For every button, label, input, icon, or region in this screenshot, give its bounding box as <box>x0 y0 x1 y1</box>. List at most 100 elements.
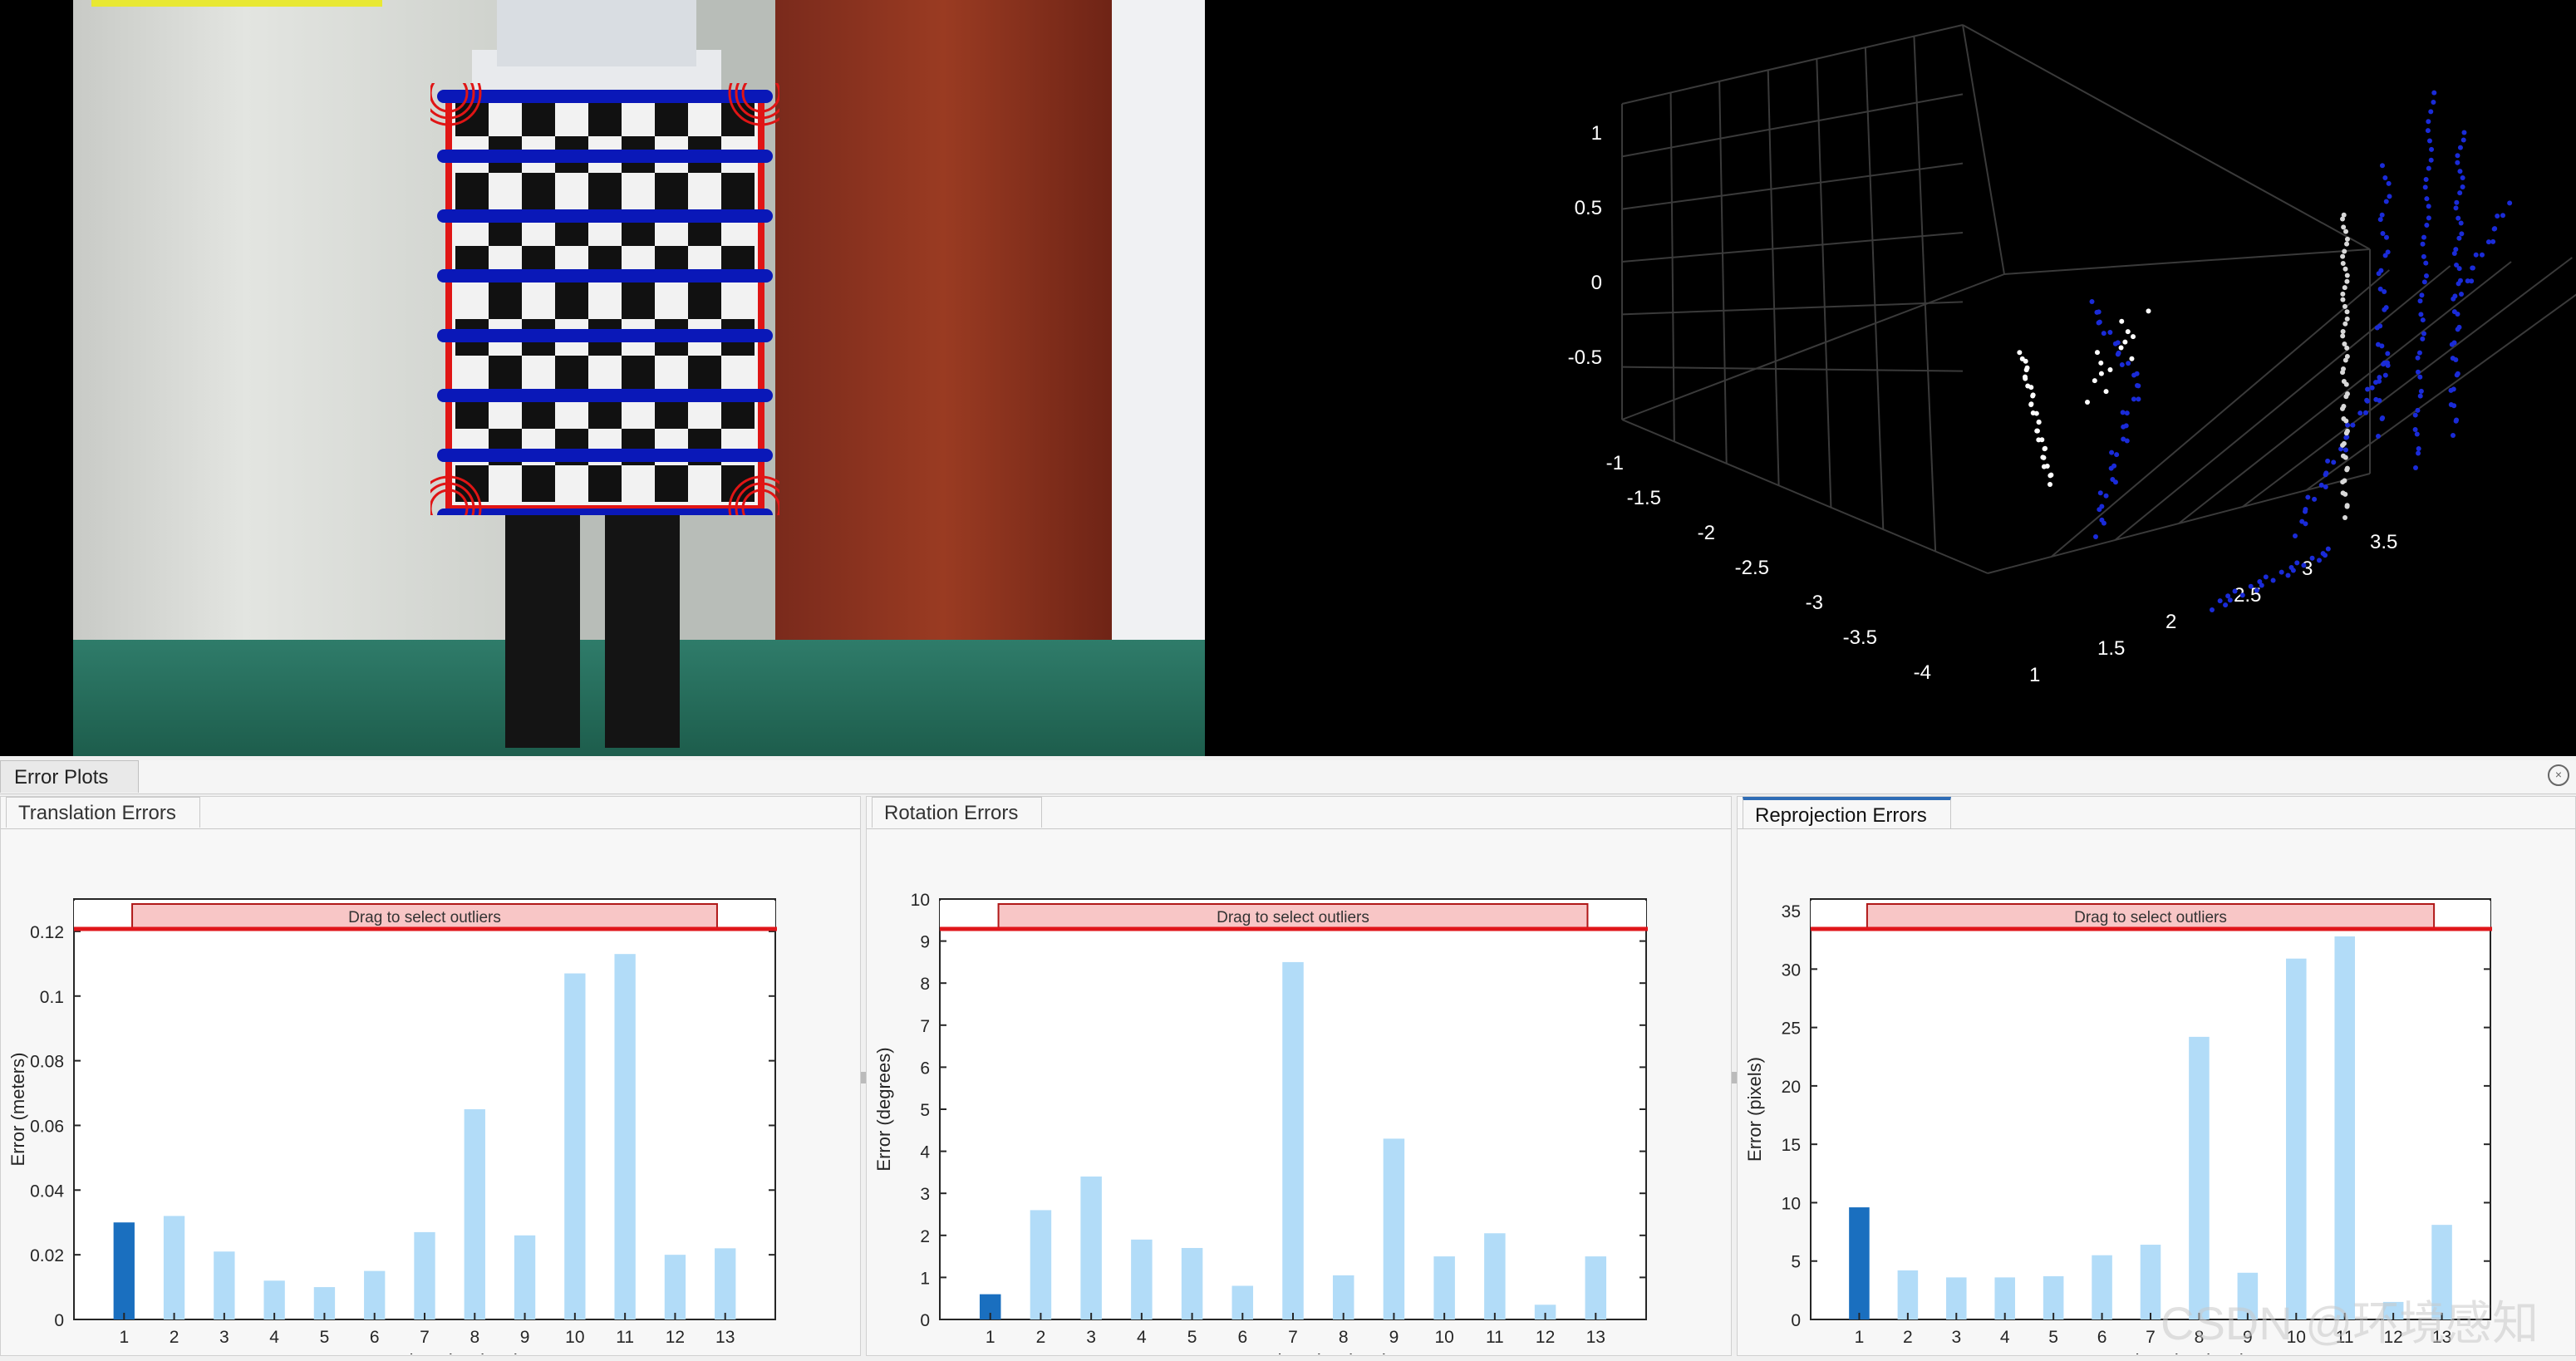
point <box>2455 371 2460 376</box>
error-plots-tab[interactable]: Error Plots <box>0 760 140 793</box>
point <box>2421 331 2426 337</box>
checker-square <box>721 100 755 136</box>
point <box>2309 555 2315 561</box>
point <box>2340 253 2346 259</box>
tab-reprojection-errors[interactable]: Reprojection Errors <box>1743 797 1951 830</box>
point <box>2460 184 2465 189</box>
bar <box>1433 1256 1455 1319</box>
bar <box>715 1248 736 1319</box>
point <box>2426 138 2432 144</box>
checker-square <box>588 100 622 136</box>
reprojection-errors-body: 0 5 10 15 20 25 30 35 1 2 3 4 5 6 7 8 9 10 11 12 13 Drag to s… <box>1738 828 2575 1361</box>
x-tick-label: 8 <box>1339 1328 1349 1347</box>
point <box>2417 298 2423 304</box>
point <box>2362 410 2368 415</box>
checker-square <box>688 283 721 319</box>
point <box>2125 329 2131 335</box>
point <box>2341 366 2347 372</box>
top-view-area: 1 0.5 0 -0.5 -1 -1.5 -2 -2.5 -3 -3.5 -4 1 1.5 2 2.5 3 3.… <box>0 0 2576 756</box>
translation-errors-panel: Translation Errors 0 0.02 0.04 0.06 0.08 0.1 0… <box>0 796 861 1361</box>
point <box>2457 278 2463 283</box>
point <box>2341 440 2347 446</box>
y-tick-label: 0 <box>1791 1311 1801 1330</box>
point <box>2115 351 2121 357</box>
y-tick-label: 0.02 <box>30 1246 64 1265</box>
point <box>2458 220 2464 226</box>
point <box>2223 602 2229 608</box>
x-tick-label: 9 <box>1389 1328 1399 1347</box>
y-tick-label: 1.5 <box>2097 637 2125 660</box>
point <box>2386 180 2392 186</box>
point <box>2415 369 2421 375</box>
point <box>2431 90 2437 96</box>
point <box>2450 356 2456 361</box>
checker-square <box>721 465 755 502</box>
point <box>2323 484 2328 490</box>
x-tick-label: 1 <box>1855 1328 1865 1347</box>
point <box>2340 453 2346 459</box>
point <box>2380 231 2386 237</box>
reprojection-errors-chart[interactable]: 051015202530351 2 3 4 5 6 7 8 9 10 11 12 13Drag to s… <box>1738 829 2572 1361</box>
point <box>2429 146 2435 152</box>
axis-line <box>1913 36 1937 552</box>
point <box>2107 330 2113 336</box>
y-tick-label: 5 <box>1791 1253 1801 1272</box>
point <box>2473 252 2479 258</box>
point <box>2456 324 2462 330</box>
point <box>2254 587 2259 593</box>
point-cloud-view: 1 0.5 0 -0.5 -1 -1.5 -2 -2.5 -3 -3.5 -4 1 1.5 2 2.5 3 3.… <box>1298 0 2576 756</box>
point <box>2460 137 2466 143</box>
close-icon[interactable]: × <box>2548 764 2569 786</box>
point <box>2303 521 2308 527</box>
error-plots-bar <box>0 760 2576 794</box>
point <box>2418 312 2424 317</box>
y-tick-label: 0.04 <box>30 1182 64 1201</box>
x-tick-label: 4 <box>269 1328 279 1347</box>
point <box>2340 333 2346 339</box>
point <box>2126 361 2131 366</box>
tab-rotation-errors[interactable]: Rotation Errors <box>872 797 1043 828</box>
point <box>2227 597 2233 603</box>
translation-errors-chart[interactable]: 00.020.040.060.080.10.121 2 3 4 5 6 7 8 9 10 11 12 1… <box>1 829 857 1361</box>
point <box>2451 309 2457 315</box>
tab-translation-errors[interactable]: Translation Errors <box>6 797 200 828</box>
point <box>2119 318 2125 324</box>
point <box>2036 437 2042 443</box>
y-axis-label: Error (meters) <box>7 1053 28 1167</box>
x-tick-label: 2 <box>170 1328 179 1347</box>
y-tick-label: 5 <box>920 1101 930 1120</box>
point <box>2342 303 2347 309</box>
point <box>2344 354 2350 360</box>
point <box>2119 361 2125 367</box>
bar <box>1484 1233 1506 1319</box>
point <box>2357 410 2363 416</box>
point <box>2342 266 2348 272</box>
point <box>2417 393 2423 399</box>
point <box>2048 482 2052 487</box>
point <box>2419 292 2425 298</box>
point <box>2210 607 2215 612</box>
point <box>2492 226 2498 232</box>
x-tick-label: 4 <box>1137 1328 1147 1347</box>
point <box>2412 412 2418 418</box>
point <box>2325 546 2331 552</box>
point <box>2101 331 2107 337</box>
x-tick-label: 6 <box>370 1328 380 1347</box>
point <box>2129 356 2135 361</box>
point <box>2369 385 2375 391</box>
point <box>2316 558 2322 563</box>
point <box>2094 309 2100 315</box>
x-tick-label: 7 <box>1288 1328 1298 1347</box>
point <box>2453 247 2459 253</box>
outlier-label: Drag to select outliers <box>1217 909 1369 926</box>
checkerboard-overlay <box>430 83 779 515</box>
point <box>2108 465 2114 471</box>
point <box>2092 378 2097 384</box>
point <box>2424 222 2430 228</box>
bar <box>1282 961 1304 1319</box>
wall-right <box>1112 0 1205 665</box>
x-tick-label: 1 <box>986 1328 995 1347</box>
axis-line <box>1864 47 1885 530</box>
rotation-errors-chart[interactable]: 0123456789101 2 3 4 5 6 7 8 9 10 11 12 13Drag to sel… <box>867 829 1728 1361</box>
point <box>2460 174 2465 180</box>
